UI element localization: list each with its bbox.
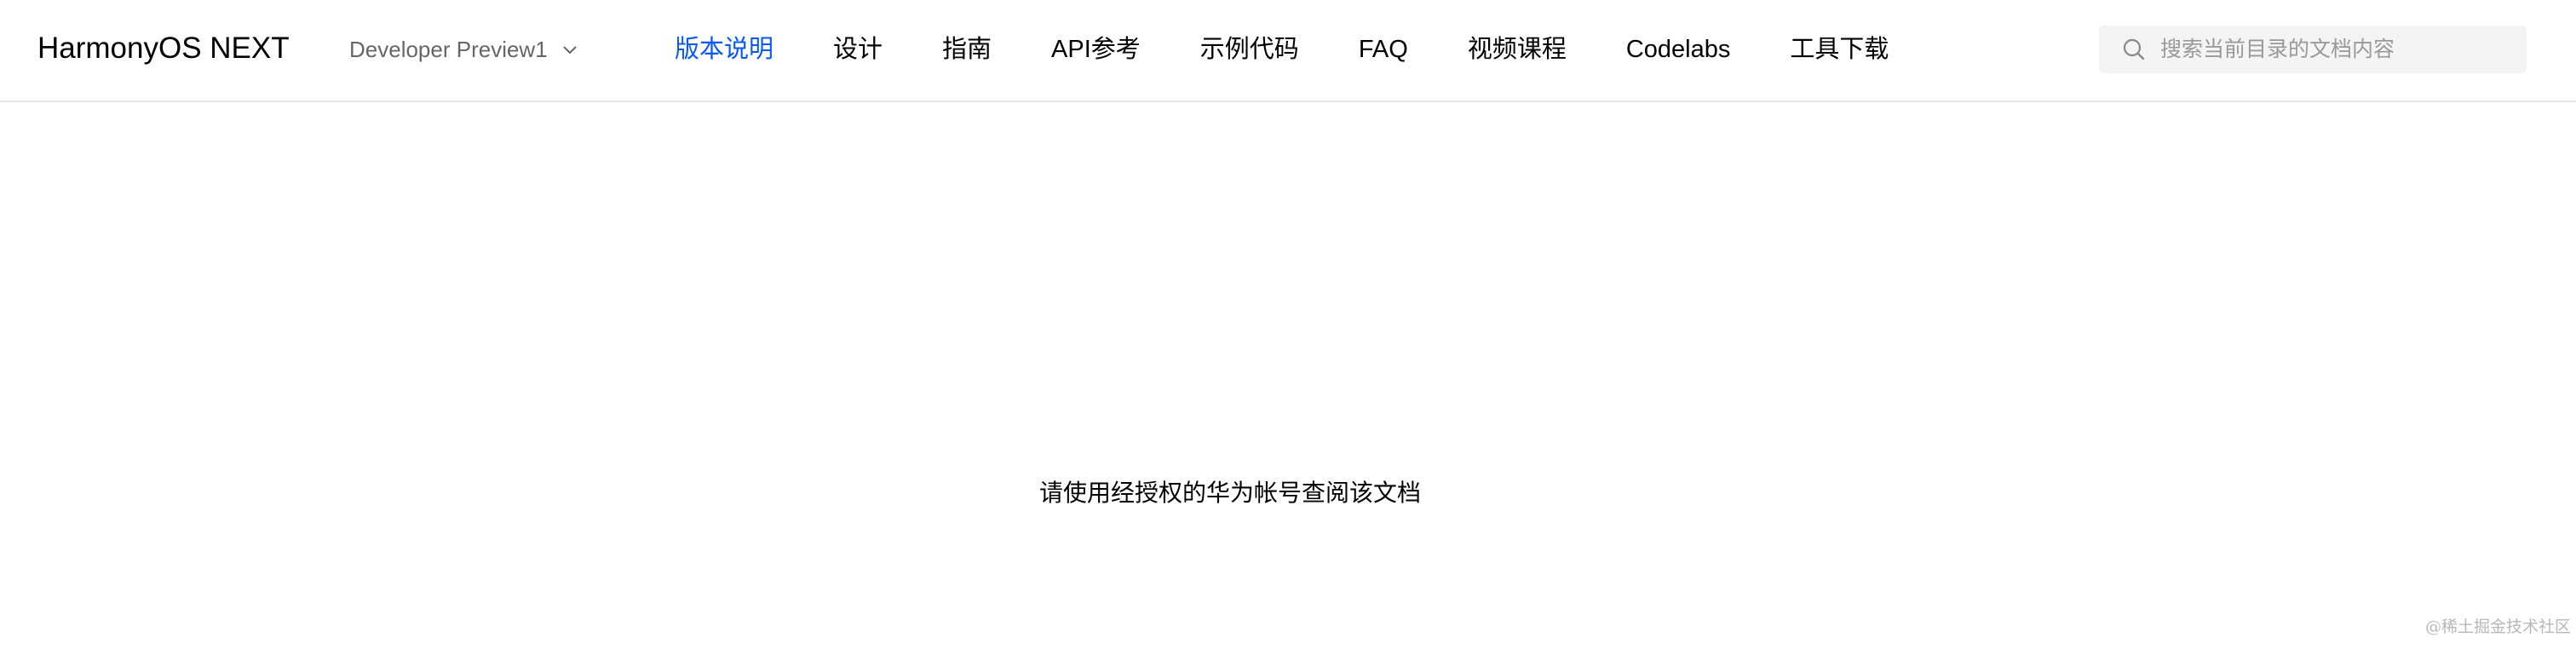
main-nav: 版本说明 设计 指南 API参考 示例代码 FAQ 视频课程 Codelabs … [675, 29, 1948, 70]
auth-required-message: 请使用经授权的华为帐号查阅该文档 [1038, 480, 1421, 506]
brand-logo-text[interactable]: HarmonyOS NEXT [37, 26, 290, 71]
chevron-down-icon [561, 41, 578, 58]
search-box[interactable] [2099, 26, 2527, 73]
watermark: @稀土掘金技术社区 [2424, 617, 2571, 636]
search-input[interactable] [2159, 32, 2520, 67]
nav-item-faq[interactable]: FAQ [1359, 29, 1408, 70]
version-selector-label: Developer Preview1 [349, 36, 548, 62]
nav-item-design[interactable]: 设计 [833, 29, 883, 70]
nav-item-release-notes[interactable]: 版本说明 [675, 29, 773, 70]
nav-item-video-courses[interactable]: 视频课程 [1468, 29, 1567, 70]
nav-item-guide[interactable]: 指南 [942, 29, 992, 70]
search-icon[interactable] [2121, 37, 2147, 62]
nav-item-codelabs[interactable]: Codelabs [1626, 29, 1731, 70]
nav-item-api-reference[interactable]: API参考 [1051, 29, 1141, 70]
top-header: HarmonyOS NEXT Developer Preview1 版本说明 设… [0, 0, 2576, 102]
version-selector[interactable]: Developer Preview1 [349, 32, 578, 66]
nav-item-tool-downloads[interactable]: 工具下载 [1790, 29, 1889, 70]
nav-item-sample-code[interactable]: 示例代码 [1200, 29, 1299, 70]
